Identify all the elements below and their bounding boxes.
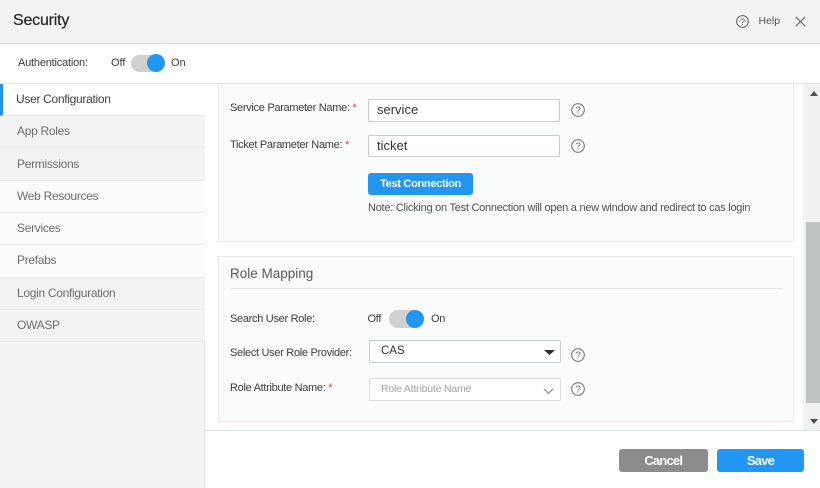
- svg-text:?: ?: [575, 141, 581, 152]
- svg-text:?: ?: [740, 17, 745, 27]
- svg-text:?: ?: [575, 106, 581, 117]
- svg-text:?: ?: [575, 350, 581, 361]
- svg-text:?: ?: [575, 385, 581, 396]
